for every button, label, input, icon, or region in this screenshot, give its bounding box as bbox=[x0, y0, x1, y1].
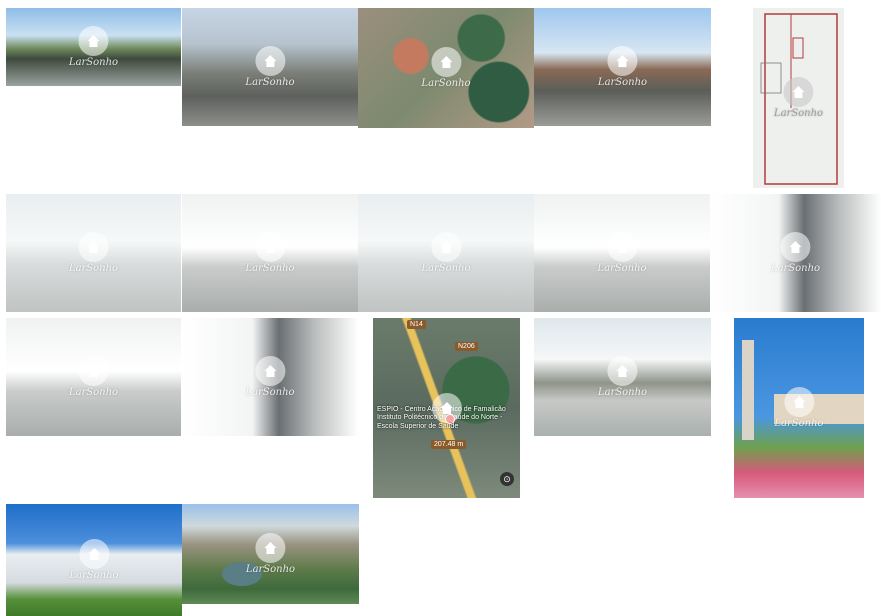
house-icon bbox=[607, 46, 638, 76]
photo-thumbnail-interior-3[interactable]: LarSonho bbox=[358, 194, 534, 312]
photo-thumbnail-interior-5[interactable]: LarSonho bbox=[710, 194, 881, 312]
house-icon bbox=[78, 232, 109, 262]
house-icon bbox=[780, 232, 811, 262]
house-icon bbox=[431, 232, 461, 262]
watermark: LarSonho bbox=[69, 539, 119, 581]
house-icon bbox=[255, 232, 285, 262]
house-icon bbox=[607, 356, 638, 386]
map-pin-icon bbox=[445, 414, 455, 424]
watermark: LarSonho bbox=[69, 232, 118, 274]
house-icon bbox=[255, 356, 285, 386]
house-icon bbox=[78, 356, 109, 386]
watermark: LarSonho bbox=[598, 46, 647, 88]
watermark: LarSonho bbox=[598, 356, 647, 398]
photo-thumbnail-interior-1[interactable]: LarSonho bbox=[6, 194, 181, 312]
tower-shape bbox=[742, 340, 754, 440]
photo-thumbnail-location-map[interactable]: N14 N206 ESPIO - Centro Académico de Fam… bbox=[373, 318, 520, 498]
house-icon bbox=[79, 539, 109, 569]
photo-thumbnail-street-2[interactable]: LarSonho bbox=[182, 8, 358, 126]
photo-thumbnail-clock-tower[interactable]: LarSonho bbox=[734, 318, 864, 498]
photo-thumbnail-aerial-park[interactable]: LarSonho bbox=[182, 504, 359, 604]
photo-thumbnail-street-1[interactable]: LarSonho bbox=[6, 8, 181, 86]
watermark: LarSonho bbox=[69, 26, 118, 68]
watermark: LarSonho bbox=[421, 47, 471, 89]
floor-plan-drawing bbox=[760, 13, 838, 185]
map-road-label: N206 bbox=[455, 342, 478, 351]
photo-thumbnail-interior-7[interactable]: LarSonho bbox=[182, 318, 358, 436]
photo-thumbnail-floor-plan[interactable]: LarSonho bbox=[753, 8, 844, 188]
photo-thumbnail-interior-6[interactable]: LarSonho bbox=[6, 318, 181, 436]
building-shape bbox=[774, 394, 864, 424]
house-icon bbox=[255, 46, 285, 76]
watermark: LarSonho bbox=[245, 356, 295, 398]
watermark: LarSonho bbox=[597, 232, 647, 274]
photo-thumbnail-street-3[interactable]: LarSonho bbox=[534, 8, 711, 126]
map-distance-label: 207.48 m bbox=[431, 440, 467, 449]
photo-thumbnail-interior-4[interactable]: LarSonho bbox=[534, 194, 710, 312]
photo-thumbnail-modern-building[interactable]: LarSonho bbox=[6, 504, 182, 616]
watermark: LarSonho bbox=[771, 232, 820, 274]
photo-thumbnail-market[interactable]: LarSonho bbox=[534, 318, 711, 436]
photo-thumbnail-aerial-map[interactable]: LarSonho bbox=[358, 8, 534, 128]
watermark: LarSonho bbox=[245, 232, 295, 274]
house-icon bbox=[607, 232, 637, 262]
lake-shape bbox=[222, 562, 262, 586]
map-road-label: N14 bbox=[407, 320, 426, 329]
compass-icon: ⊙ bbox=[500, 472, 514, 486]
watermark: LarSonho bbox=[421, 232, 471, 274]
house-icon bbox=[255, 533, 286, 563]
photo-thumbnail-interior-2[interactable]: LarSonho bbox=[182, 194, 358, 312]
watermark: LarSonho bbox=[69, 356, 118, 398]
house-icon bbox=[431, 47, 461, 77]
house-icon bbox=[78, 26, 109, 56]
watermark: LarSonho bbox=[245, 46, 295, 88]
